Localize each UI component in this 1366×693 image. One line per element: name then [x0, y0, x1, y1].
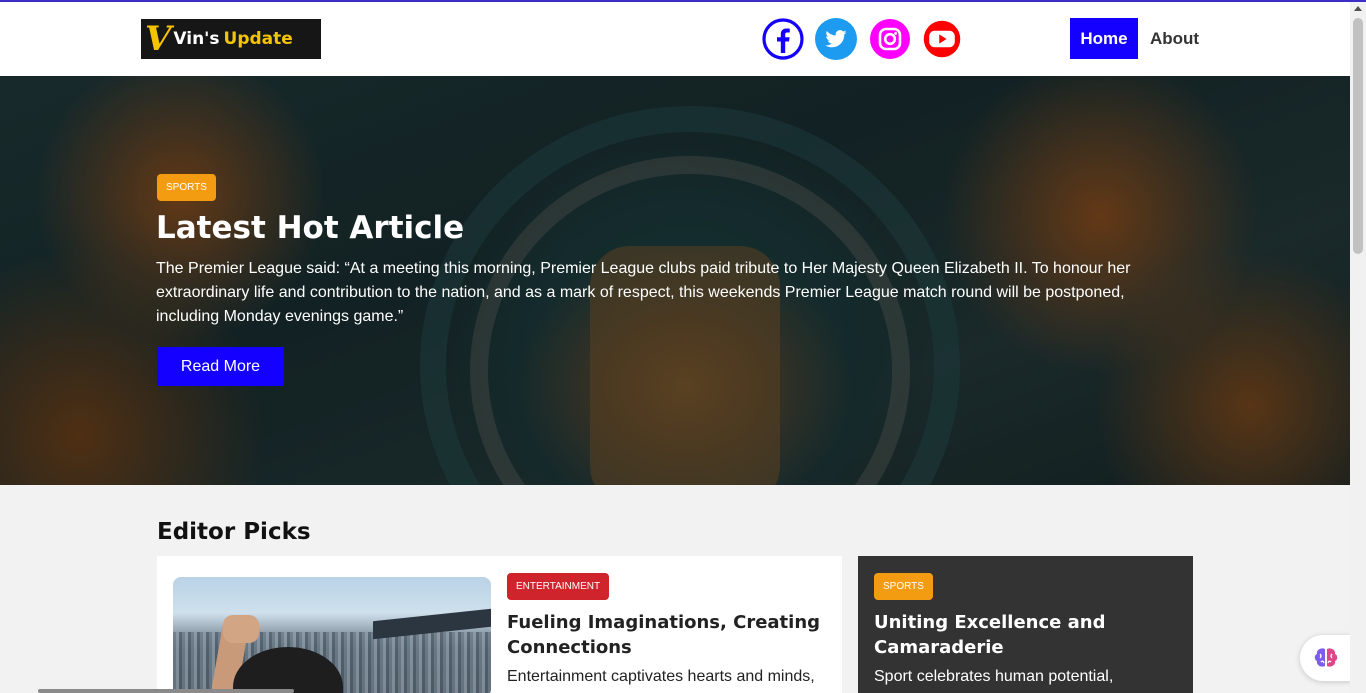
twitter-link[interactable]	[815, 18, 857, 60]
vertical-scrollbar[interactable]	[1350, 2, 1366, 693]
facebook-icon	[762, 18, 804, 60]
youtube-icon	[923, 20, 961, 58]
article-excerpt: Entertainment captivates hearts and mind…	[507, 668, 815, 685]
article-image[interactable]	[173, 577, 491, 693]
category-badge[interactable]: ENTERTAINMENT	[507, 573, 610, 600]
hero-text: The Premier League said: “At a meeting t…	[156, 260, 1131, 325]
read-more-button[interactable]: Read More	[157, 347, 284, 386]
horizontal-scrollbar-thumb[interactable]	[38, 689, 294, 693]
logo-text: Vin's Update	[173, 29, 292, 49]
hero-banner: SPORTS Latest Hot Article The Premier Le…	[0, 76, 1350, 485]
nav-home-button[interactable]: Home	[1070, 18, 1138, 59]
editor-pick-card[interactable]: SPORTS Uniting Excellence and Camaraderi…	[858, 556, 1193, 693]
instagram-icon	[870, 19, 910, 59]
article-excerpt: Sport celebrates human potential,	[874, 668, 1114, 685]
scrollbar-thumb[interactable]	[1353, 18, 1363, 254]
category-badge[interactable]: SPORTS	[874, 573, 933, 600]
nav-about-link[interactable]: About	[1150, 18, 1199, 59]
logo-letter: V	[145, 19, 172, 59]
twitter-icon	[825, 30, 847, 48]
article-title[interactable]: Fueling Imaginations, Creating Connectio…	[507, 610, 827, 660]
fist-detail	[223, 615, 259, 643]
brain-icon	[1314, 648, 1338, 667]
editor-picks-title: Editor Picks	[157, 519, 311, 545]
hero-title: Latest Hot Article	[156, 210, 465, 246]
site-logo[interactable]: V Vin's Update	[141, 19, 321, 59]
facebook-link[interactable]	[762, 18, 804, 60]
instagram-link[interactable]	[869, 18, 911, 60]
youtube-link[interactable]	[921, 18, 963, 60]
logo-text-part2: Update	[223, 29, 293, 49]
assistant-floating-button[interactable]	[1300, 635, 1352, 681]
editor-pick-card[interactable]: ENTERTAINMENT Fueling Imaginations, Crea…	[157, 556, 842, 693]
hero-category-badge[interactable]: SPORTS	[157, 174, 216, 201]
site-header: V Vin's Update Home About	[0, 2, 1350, 76]
scroll-up-arrow-icon[interactable]	[1354, 6, 1362, 11]
logo-text-part1: Vin's	[173, 29, 220, 49]
article-title[interactable]: Uniting Excellence and Camaraderie	[874, 610, 1174, 660]
